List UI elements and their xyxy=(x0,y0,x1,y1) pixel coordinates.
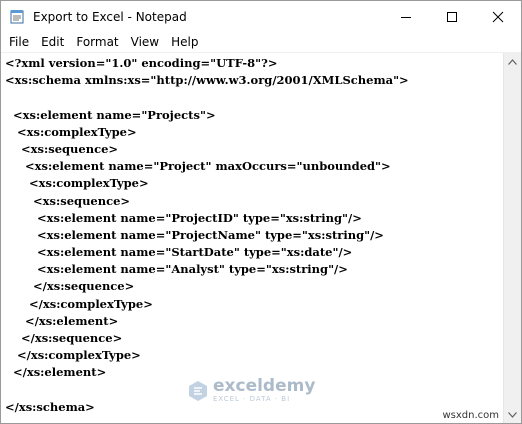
exceldemy-logo-icon xyxy=(189,380,207,401)
menu-view[interactable]: View xyxy=(125,32,165,52)
minimize-button[interactable] xyxy=(383,1,429,32)
menu-file[interactable]: File xyxy=(3,32,35,52)
editor-line: </xs:complexType> xyxy=(5,296,153,311)
minimize-icon xyxy=(401,16,411,18)
editor-line: <xs:schema xmlns:xs="http://www.w3.org/2… xyxy=(5,73,409,88)
scroll-down-button[interactable] xyxy=(504,406,521,423)
menu-bar: File Edit Format View Help xyxy=(1,32,521,53)
editor-line: <xs:complexType> xyxy=(5,124,137,139)
chevron-up-icon xyxy=(508,58,517,65)
title-bar[interactable]: Export to Excel - Notepad xyxy=(1,1,521,32)
editor-line: </xs:sequence> xyxy=(5,279,135,294)
exceldemy-watermark: exceldemy EXCEL · DATA · BI xyxy=(187,377,315,404)
editor-line: </xs:complexType> xyxy=(5,348,141,363)
editor-line: <xs:element name="Projects"> xyxy=(5,107,216,122)
source-label: wsxdn.com xyxy=(442,410,499,421)
maximize-button[interactable] xyxy=(429,1,475,32)
editor-line: <xs:element name="StartDate" type="xs:da… xyxy=(5,245,353,260)
editor-line: </xs:element> xyxy=(5,313,119,328)
editor-line: <xs:sequence> xyxy=(5,141,119,156)
editor-line: <xs:element name="Analyst" type="xs:stri… xyxy=(5,262,348,277)
menu-edit[interactable]: Edit xyxy=(35,32,70,52)
text-editor[interactable]: <?xml version="1.0" encoding="UTF-8"?> <x… xyxy=(1,53,504,423)
menu-format[interactable]: Format xyxy=(70,32,124,52)
editor-line: <xs:sequence> xyxy=(5,193,131,208)
editor-line: <?xml version="1.0" encoding="UTF-8"?> xyxy=(5,56,278,70)
editor-line: </xs:sequence> xyxy=(5,331,123,345)
scroll-up-button[interactable] xyxy=(504,53,521,70)
notepad-window: Export to Excel - Notepad File Edit Form… xyxy=(0,0,522,424)
window-title: Export to Excel - Notepad xyxy=(33,9,187,24)
editor-line: <xs:element name="Project" maxOccurs="un… xyxy=(5,159,391,174)
maximize-icon xyxy=(447,11,457,22)
close-icon xyxy=(492,11,504,22)
watermark-tagline: EXCEL · DATA · BI xyxy=(213,395,291,403)
watermark-name: exceldemy xyxy=(213,376,316,396)
menu-help[interactable]: Help xyxy=(165,32,204,52)
editor-line: <xs:complexType> xyxy=(5,176,149,191)
editor-content: <?xml version="1.0" encoding="UTF-8"?> <x… xyxy=(1,53,504,416)
vertical-scrollbar[interactable] xyxy=(503,53,521,423)
editor-line: <xs:element name="ProjectID" type="xs:st… xyxy=(5,210,362,225)
chevron-down-icon xyxy=(508,411,517,418)
editor-line: <xs:element name="ProjectName" type="xs:… xyxy=(5,227,384,242)
close-button[interactable] xyxy=(475,1,521,32)
notepad-icon xyxy=(9,9,25,25)
